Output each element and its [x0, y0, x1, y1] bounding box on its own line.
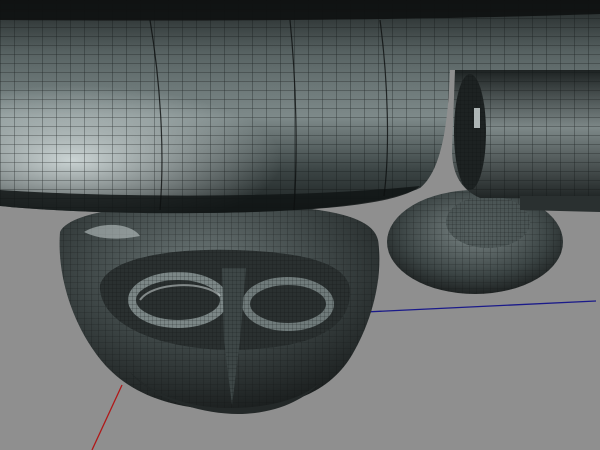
connector-mesh	[520, 196, 600, 212]
pipe-mesh[interactable]	[452, 70, 600, 198]
3d-viewport[interactable]	[0, 0, 600, 450]
x-axis-line	[364, 300, 597, 313]
bowl-mesh[interactable]	[59, 203, 380, 414]
viewport-canvas[interactable]	[0, 0, 600, 450]
y-axis-line	[91, 384, 123, 450]
